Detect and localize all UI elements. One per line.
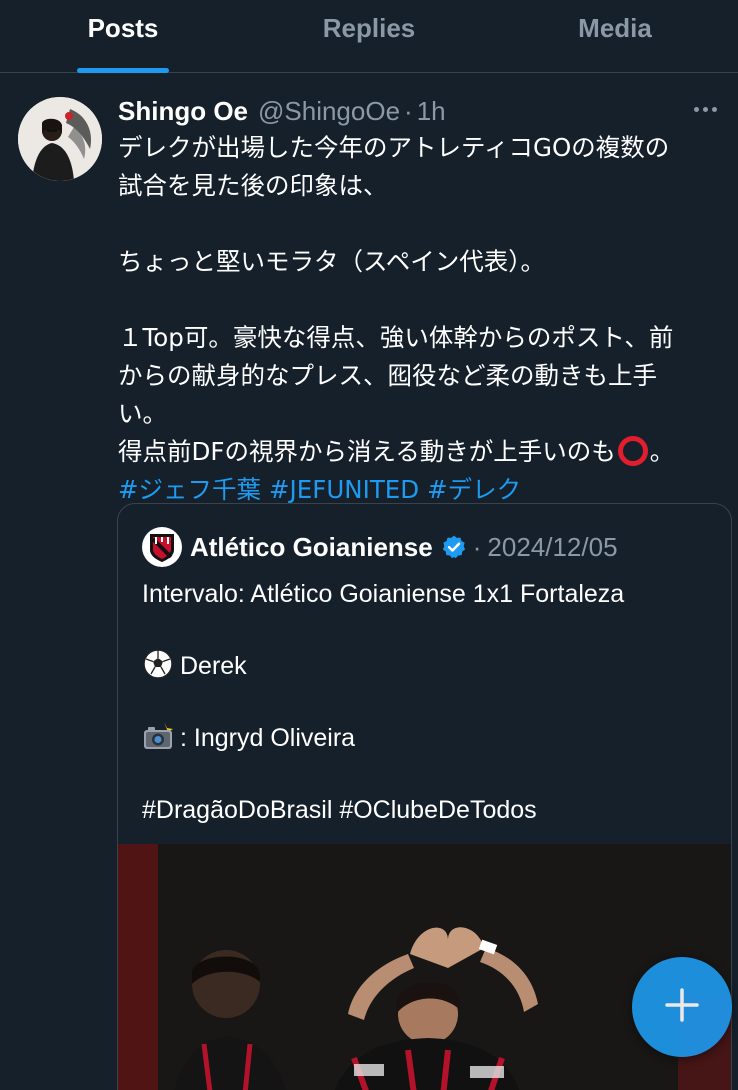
post-text-line: １Top可。豪快な得点、強い体幹からのポスト、前: [118, 323, 674, 352]
quoted-text-line: Intervalo: Atlético Goianiense 1x1 Forta…: [142, 580, 625, 608]
quoted-hashtags: #DragãoDoBrasil #OClubeDeTodos: [142, 796, 537, 824]
post-text: デレクが出場した今年のアトレティコGOの複数の 試合を見た後の印象は、 ちょっと…: [118, 129, 722, 509]
quoted-text-line: Derek: [142, 648, 715, 684]
quoted-text-segment: Derek: [180, 652, 247, 680]
separator-dot: ·: [404, 95, 413, 126]
tab-posts-label: Posts: [87, 13, 159, 43]
more-icon[interactable]: [690, 94, 720, 124]
hashtag-link[interactable]: #ジェフ千葉: [118, 475, 261, 504]
club-logo-avatar[interactable]: [142, 527, 182, 567]
author-avatar[interactable]: [18, 97, 102, 181]
post[interactable]: Shingo Oe @ShingoOe · 1h デレクが出場した今年のアトレテ…: [0, 74, 738, 1090]
author-handle[interactable]: @ShingoOe: [258, 96, 400, 127]
hashtag-link[interactable]: #JEFUNITED: [269, 475, 419, 504]
quoted-text-segment: : Ingryd Oliveira: [180, 724, 356, 752]
post-header: Shingo Oe @ShingoOe · 1h: [118, 94, 730, 128]
quoted-author-name[interactable]: Atlético Goianiense: [190, 532, 433, 563]
quoted-post-photo[interactable]: [118, 844, 731, 1090]
quoted-post-text: Intervalo: Atlético Goianiense 1x1 Forta…: [142, 576, 715, 828]
soccer-ball-icon: [142, 648, 174, 680]
post-time[interactable]: 1h: [417, 96, 446, 127]
tab-posts[interactable]: Posts: [0, 0, 246, 73]
quoted-post-header: Atlético Goianiense · 2024/12/05: [142, 526, 721, 568]
post-text-suffix: 。: [649, 437, 675, 466]
plus-icon: [664, 987, 700, 1028]
post-text-line: ちょっと堅いモラタ（スペイン代表）。: [118, 247, 546, 276]
verified-badge-icon: [441, 534, 467, 560]
profile-timeline: Posts Replies Media Shingo Oe @ShingoOe …: [0, 0, 738, 1090]
quoted-text-line: : Ingryd Oliveira: [142, 720, 715, 756]
quoted-separator: ·: [472, 531, 482, 562]
hashtag-link[interactable]: #デレク: [427, 475, 521, 504]
post-text-segment: 得点前DFの視界から消える動きが上手いのも: [118, 437, 616, 466]
author-name[interactable]: Shingo Oe: [118, 96, 248, 127]
camera-flash-icon: [142, 720, 174, 752]
red-circle-icon: [617, 436, 648, 466]
post-text-line: デレクが出場した今年のアトレティコGOの複数の: [118, 133, 670, 162]
tab-replies[interactable]: Replies: [246, 0, 492, 72]
profile-tabs: Posts Replies Media: [0, 0, 738, 73]
post-text-line: 試合を見た後の印象は、: [118, 171, 388, 200]
post-text-line: い。: [118, 399, 167, 428]
compose-button[interactable]: [632, 957, 732, 1057]
tab-media[interactable]: Media: [492, 0, 738, 72]
tab-media-label: Media: [578, 13, 652, 43]
tab-replies-label: Replies: [322, 13, 416, 43]
post-text-line-last: 得点前DFの視界から消える動きが上手いのも 。: [118, 433, 722, 471]
active-tab-indicator: [77, 68, 169, 73]
post-text-line: からの献身的なプレス、囮役など柔の動きも上手: [118, 361, 657, 390]
quoted-date[interactable]: 2024/12/05: [487, 532, 617, 563]
